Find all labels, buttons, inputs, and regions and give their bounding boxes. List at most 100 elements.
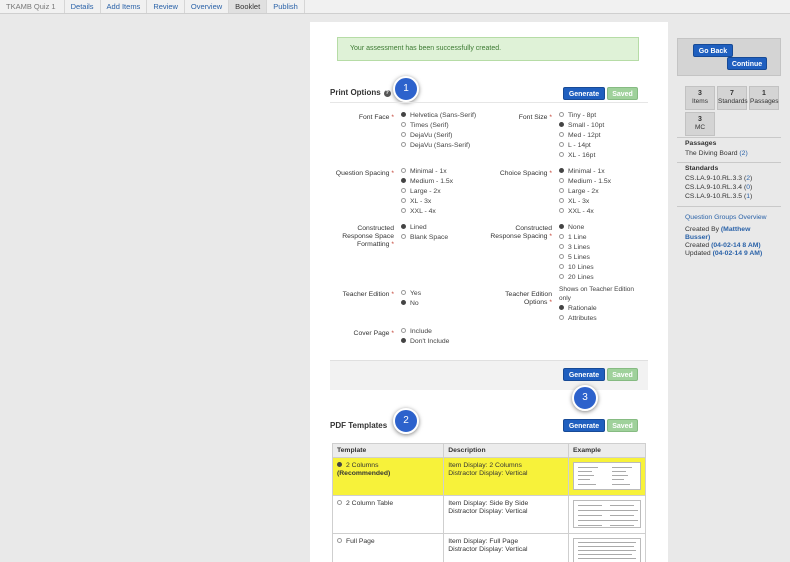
radio-selected-icon[interactable] xyxy=(337,462,342,467)
saved-button-bottom[interactable]: Saved xyxy=(607,368,638,381)
radio-icon[interactable] xyxy=(337,538,342,543)
radio-icon[interactable] xyxy=(559,188,564,193)
template-preview-thumbnail[interactable] xyxy=(573,500,641,528)
radio-selected-icon[interactable] xyxy=(559,305,564,310)
font-size-option[interactable]: Tiny - 8pt xyxy=(559,111,604,121)
radio-icon[interactable] xyxy=(401,234,406,239)
radio-selected-icon[interactable] xyxy=(559,168,564,173)
cover-page-option[interactable]: Include xyxy=(401,327,449,337)
question-groups-overview-link[interactable]: Question Groups Overview xyxy=(685,214,767,222)
cr-formatting-label: Constructed Response Space Formatting * xyxy=(310,225,394,249)
standard-count-link[interactable]: 1 xyxy=(746,193,750,200)
tab-overview[interactable]: Overview xyxy=(185,0,230,13)
choice-spacing-option[interactable]: XXL - 4x xyxy=(559,207,611,217)
cr-spacing-option[interactable]: 20 Lines xyxy=(559,273,594,283)
font-size-option[interactable]: L - 14pt xyxy=(559,141,604,151)
radio-icon[interactable] xyxy=(401,188,406,193)
passage-count-link[interactable]: (2) xyxy=(739,150,747,157)
tab-booklet[interactable]: Booklet xyxy=(229,0,268,13)
continue-button[interactable]: Continue xyxy=(727,57,767,70)
radio-icon[interactable] xyxy=(401,142,406,147)
saved-button[interactable]: Saved xyxy=(607,87,638,100)
standard-count-link[interactable]: 2 xyxy=(746,175,750,182)
radio-icon[interactable] xyxy=(559,142,564,147)
standards-heading: Standards xyxy=(685,165,719,172)
radio-icon[interactable] xyxy=(401,290,406,295)
tab-publish[interactable]: Publish xyxy=(267,0,305,13)
radio-icon[interactable] xyxy=(559,234,564,239)
radio-icon[interactable] xyxy=(401,198,406,203)
question-spacing-option[interactable]: XL - 3x xyxy=(401,197,453,207)
radio-icon[interactable] xyxy=(559,112,564,117)
radio-selected-icon[interactable] xyxy=(401,178,406,183)
question-spacing-option[interactable]: XXL - 4x xyxy=(401,207,453,217)
template-preview-thumbnail[interactable] xyxy=(573,462,641,490)
template-row[interactable]: 2 Column Table Item Display: Side By Sid… xyxy=(331,495,646,534)
tab-add-items[interactable]: Add Items xyxy=(101,0,148,13)
radio-icon[interactable] xyxy=(401,122,406,127)
tab-details[interactable]: Details xyxy=(65,0,101,13)
tab-review[interactable]: Review xyxy=(147,0,185,13)
radio-selected-icon[interactable] xyxy=(401,338,406,343)
font-size-option[interactable]: Small - 10pt xyxy=(559,121,604,131)
sidebar-divider xyxy=(677,162,781,163)
standard-count-link[interactable]: 0 xyxy=(746,184,750,191)
template-row[interactable]: Full Page Item Display: Full Page Distra… xyxy=(331,533,646,562)
cr-spacing-option[interactable]: 1 Line xyxy=(559,233,594,243)
radio-icon[interactable] xyxy=(401,328,406,333)
radio-icon[interactable] xyxy=(337,500,342,505)
template-preview-thumbnail[interactable] xyxy=(573,538,641,562)
radio-selected-icon[interactable] xyxy=(559,122,564,127)
radio-icon[interactable] xyxy=(559,264,564,269)
radio-icon[interactable] xyxy=(559,254,564,259)
created-by-user-link-2[interactable]: Busser) xyxy=(685,234,710,241)
radio-selected-icon[interactable] xyxy=(401,300,406,305)
cr-spacing-option[interactable]: 3 Lines xyxy=(559,243,594,253)
cover-page-option[interactable]: Don't Include xyxy=(401,337,449,347)
radio-selected-icon[interactable] xyxy=(401,112,406,117)
go-back-button[interactable]: Go Back xyxy=(693,44,733,57)
choice-spacing-option[interactable]: Minimal - 1x xyxy=(559,167,611,177)
radio-icon[interactable] xyxy=(559,208,564,213)
template-row[interactable]: 2 Columns (Recommended) Item Display: 2 … xyxy=(331,457,646,496)
cr-spacing-option[interactable]: 10 Lines xyxy=(559,263,594,273)
cr-spacing-option[interactable]: None xyxy=(559,223,594,233)
radio-icon[interactable] xyxy=(401,208,406,213)
font-face-option[interactable]: DejaVu (Sans-Serif) xyxy=(401,141,476,151)
generate-button-bottom[interactable]: Generate xyxy=(563,368,605,381)
cr-spacing-option[interactable]: 5 Lines xyxy=(559,253,594,263)
radio-icon[interactable] xyxy=(559,152,564,157)
radio-icon[interactable] xyxy=(401,132,406,137)
saved-button-templates[interactable]: Saved xyxy=(607,419,638,432)
radio-icon[interactable] xyxy=(559,315,564,320)
radio-icon[interactable] xyxy=(559,198,564,203)
radio-icon[interactable] xyxy=(559,244,564,249)
question-spacing-option[interactable]: Minimal - 1x xyxy=(401,167,453,177)
help-icon[interactable]: ? xyxy=(383,90,391,97)
radio-icon[interactable] xyxy=(559,132,564,137)
cr-formatting-option[interactable]: Lined xyxy=(401,223,448,233)
font-face-option[interactable]: Times (Serif) xyxy=(401,121,476,131)
teacher-edition-option[interactable]: No xyxy=(401,299,421,309)
choice-spacing-option[interactable]: XL - 3x xyxy=(559,197,611,207)
radio-selected-icon[interactable] xyxy=(401,224,406,229)
generate-button-templates[interactable]: Generate xyxy=(563,419,605,432)
question-spacing-option[interactable]: Large - 2x xyxy=(401,187,453,197)
teacher-edition-options-option[interactable]: Attributes xyxy=(559,314,634,324)
teacher-edition-option[interactable]: Yes xyxy=(401,289,421,299)
radio-icon[interactable] xyxy=(559,274,564,279)
radio-icon[interactable] xyxy=(401,168,406,173)
font-size-option[interactable]: Med - 12pt xyxy=(559,131,604,141)
font-face-option[interactable]: DejaVu (Serif) xyxy=(401,131,476,141)
created-by-user-link[interactable]: (Matthew xyxy=(721,226,750,233)
choice-spacing-option[interactable]: Medium - 1.5x xyxy=(559,177,611,187)
choice-spacing-option[interactable]: Large - 2x xyxy=(559,187,611,197)
radio-selected-icon[interactable] xyxy=(559,224,564,229)
teacher-edition-options-option[interactable]: Rationale xyxy=(559,304,634,314)
generate-button[interactable]: Generate xyxy=(563,87,605,100)
cr-formatting-option[interactable]: Blank Space xyxy=(401,233,448,243)
question-spacing-option[interactable]: Medium - 1.5x xyxy=(401,177,453,187)
radio-icon[interactable] xyxy=(559,178,564,183)
font-face-option[interactable]: Helvetica (Sans-Serif) xyxy=(401,111,476,121)
font-size-option[interactable]: XL - 16pt xyxy=(559,151,604,161)
